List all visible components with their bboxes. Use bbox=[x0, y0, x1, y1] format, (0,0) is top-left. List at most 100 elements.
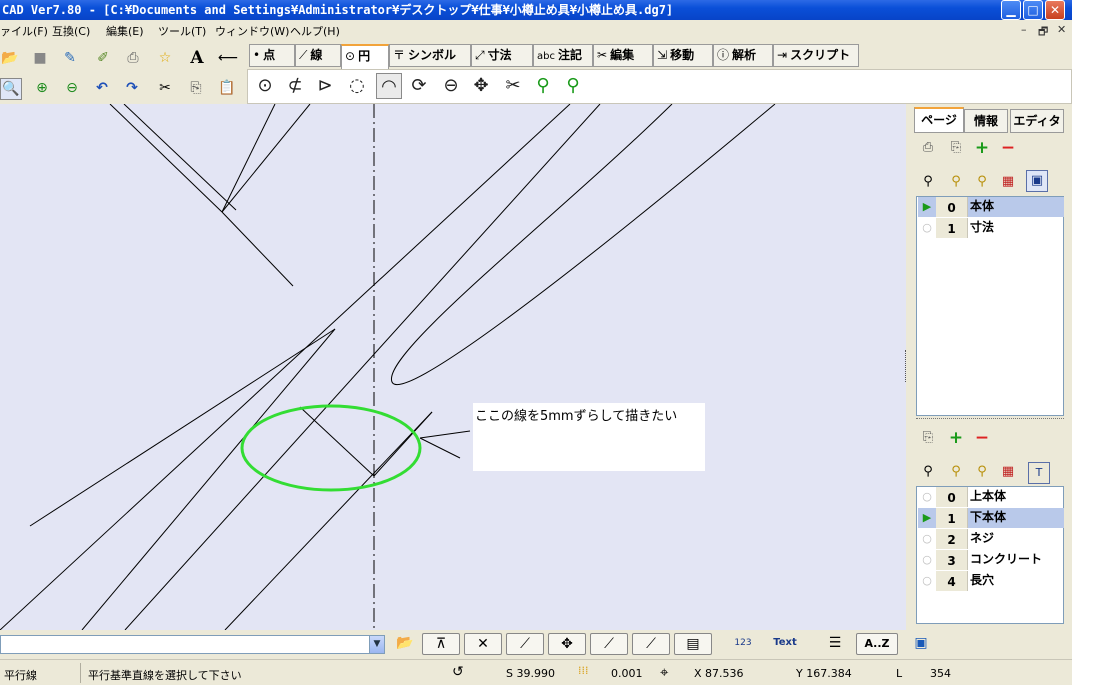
text-icon[interactable]: A bbox=[187, 48, 207, 68]
command-dropdown-button[interactable]: ▼ bbox=[369, 635, 385, 654]
grid-dots-icon[interactable]: ⁞⁞⁞ bbox=[578, 664, 589, 677]
arc-rotate-icon[interactable]: ⟳ bbox=[406, 73, 432, 99]
tab-point[interactable]: • 点 bbox=[249, 44, 295, 67]
list-item[interactable]: ▶ 1 下本体 bbox=[918, 508, 1064, 528]
zoom-in-icon[interactable]: ⊕ bbox=[32, 78, 52, 98]
menu-file[interactable]: ァイル(F) bbox=[0, 23, 48, 39]
circle-snap-icon[interactable]: ⚲ bbox=[530, 73, 556, 99]
maximize-button[interactable]: □ bbox=[1023, 0, 1043, 20]
list-item[interactable]: ○ 0 上本体 bbox=[918, 487, 1064, 507]
circle-cut-icon[interactable]: ✂ bbox=[500, 73, 526, 99]
snap-cross-button[interactable]: ✕ bbox=[464, 633, 502, 655]
layer-menu-button[interactable]: ☰ bbox=[820, 633, 850, 655]
cut-icon[interactable]: ✂ bbox=[155, 78, 175, 98]
snap-intersect-button[interactable]: ⊼ bbox=[422, 633, 460, 655]
circle-tangent-icon[interactable]: ⊄ bbox=[282, 73, 308, 99]
layer-hide-icon[interactable]: ⚲ bbox=[972, 172, 992, 192]
tab-label: 点 bbox=[263, 48, 276, 62]
layer-select-icon[interactable]: ⚲ bbox=[918, 172, 938, 192]
menu-help[interactable]: ヘルプ(H) bbox=[290, 23, 340, 39]
redo-icon[interactable]: ↷ bbox=[122, 78, 142, 98]
ellipse-icon[interactable]: ⊖ bbox=[438, 73, 464, 99]
layer-hide2-icon[interactable]: ⚲ bbox=[972, 462, 992, 482]
layer-view-icon[interactable]: ▣ bbox=[1026, 170, 1048, 192]
copy-icon[interactable]: ⎘ bbox=[186, 78, 206, 98]
tab-move[interactable]: ⇲ 移動 bbox=[653, 44, 713, 67]
tab-annotation[interactable]: abc 注記 bbox=[533, 44, 593, 67]
tab-circle[interactable]: ⊙ 円 bbox=[341, 44, 389, 69]
circle-snap2-icon[interactable]: ⚲ bbox=[560, 73, 586, 99]
remove-page-icon[interactable]: − bbox=[998, 138, 1018, 158]
layer-color2-icon[interactable]: ▦ bbox=[998, 462, 1018, 482]
list-item[interactable]: ▶ 0 本体 bbox=[918, 197, 1064, 217]
minimize-button[interactable]: ▁ bbox=[1001, 0, 1021, 20]
mdi-restore-button[interactable]: 🗗 bbox=[1038, 23, 1048, 42]
text-input-button[interactable]: Text bbox=[770, 633, 800, 655]
menu-tools[interactable]: ツール(T) bbox=[158, 23, 206, 39]
tab-script[interactable]: ⇥ スクリプト bbox=[773, 44, 859, 67]
layer-color-icon[interactable]: ▦ bbox=[998, 172, 1018, 192]
open-folder-icon[interactable]: 📂 bbox=[0, 48, 20, 68]
snap-center-button[interactable]: ✥ bbox=[548, 633, 586, 655]
list-item[interactable]: ○ 1 寸法 bbox=[918, 218, 1064, 238]
command-input[interactable] bbox=[0, 635, 370, 654]
window-icon-button[interactable]: ▣ bbox=[906, 633, 936, 655]
snap-on-line-button[interactable]: ⟋ bbox=[632, 633, 670, 655]
list-splitter[interactable] bbox=[916, 418, 1064, 425]
ellipse-axis-icon[interactable]: ✥ bbox=[468, 73, 494, 99]
list-item[interactable]: ○ 4 長穴 bbox=[918, 571, 1064, 591]
tab-editor[interactable]: エディタ bbox=[1010, 109, 1064, 133]
save-icon[interactable]: ■ bbox=[30, 48, 50, 68]
page-copy-icon[interactable]: ⎘ bbox=[946, 138, 966, 158]
tab-line[interactable]: ⟋ 線 bbox=[295, 44, 341, 67]
arc-icon[interactable]: ◠ bbox=[376, 73, 402, 99]
mdi-close-button[interactable]: ✕ bbox=[1057, 23, 1066, 36]
drawing-canvas[interactable]: ここの線を5mmずらして描きたい bbox=[0, 104, 906, 630]
list-item[interactable]: ○ 3 コンクリート bbox=[918, 550, 1064, 570]
snap-end-button[interactable]: ⟋ bbox=[506, 633, 544, 655]
menu-window[interactable]: ウィンドウ(W) bbox=[215, 23, 289, 39]
menu-compat[interactable]: 互換(C) bbox=[52, 23, 90, 39]
layer-show2-icon[interactable]: ⚲ bbox=[946, 462, 966, 482]
folder-icon[interactable]: 📂 bbox=[390, 633, 420, 655]
remove-layer-icon[interactable]: − bbox=[972, 428, 992, 448]
mdi-minimize-button[interactable]: – bbox=[1021, 23, 1027, 36]
tab-page[interactable]: ページ bbox=[914, 107, 964, 133]
tab-symbol[interactable]: 〒シンボル bbox=[389, 44, 471, 67]
tool-icon[interactable]: ✐ bbox=[93, 48, 113, 68]
circle-3point-icon[interactable]: ⊳ bbox=[312, 73, 338, 99]
arrow-left-icon[interactable]: ⟵ bbox=[218, 48, 238, 68]
add-page-icon[interactable]: + bbox=[972, 138, 992, 158]
paste-icon[interactable]: 📋 bbox=[217, 78, 237, 98]
layer-show-icon[interactable]: ⚲ bbox=[946, 172, 966, 192]
undo-icon[interactable]: ↶ bbox=[92, 78, 112, 98]
page-print-icon[interactable]: ⎙ bbox=[918, 138, 938, 158]
tab-info[interactable]: 情報 bbox=[964, 109, 1008, 133]
menu-edit[interactable]: 編集(E) bbox=[106, 23, 144, 39]
list-item[interactable]: ○ 2 ネジ bbox=[918, 529, 1064, 549]
snap-mid-button[interactable]: ⟋ bbox=[590, 633, 628, 655]
rotate-icon[interactable]: ↺ bbox=[452, 664, 464, 680]
tab-analysis[interactable]: ⓘ 解析 bbox=[713, 44, 773, 67]
snap-grid-button[interactable]: ▤ bbox=[674, 633, 712, 655]
tab-edit[interactable]: ✂ 編集 bbox=[593, 44, 653, 67]
edit-icon[interactable]: ✎ bbox=[60, 48, 80, 68]
close-button[interactable]: ✕ bbox=[1045, 0, 1065, 20]
drawing-line bbox=[124, 104, 601, 630]
main-toolbar: 📂 ■ ✎ ✐ ⎙ ☆ A ⟵ 🔍 ⊕ ⊖ ↶ ↷ ✂ ⎘ 📋 bbox=[0, 42, 247, 104]
layer-copy-icon[interactable]: ⎘ bbox=[918, 428, 938, 448]
circle-dashed-icon[interactable]: ◌ bbox=[344, 73, 370, 99]
layer-text-icon[interactable]: T bbox=[1028, 462, 1050, 484]
zoom-out-icon[interactable]: ⊖ bbox=[62, 78, 82, 98]
splitter-grip[interactable] bbox=[905, 350, 909, 382]
tab-dimension[interactable]: ⤢ 寸法 bbox=[471, 44, 533, 67]
add-layer-icon[interactable]: + bbox=[946, 428, 966, 448]
sort-az-button[interactable]: A..Z bbox=[856, 633, 898, 655]
layer-select2-icon[interactable]: ⚲ bbox=[918, 462, 938, 482]
zoom-icon[interactable]: 🔍 bbox=[0, 78, 22, 100]
crosshair-icon[interactable]: ⌖ bbox=[660, 663, 668, 681]
star-icon[interactable]: ☆ bbox=[155, 48, 175, 68]
numeric-input-button[interactable]: 123 bbox=[728, 633, 758, 655]
print-icon[interactable]: ⎙ bbox=[123, 48, 143, 68]
circle-center-icon[interactable]: ⊙ bbox=[252, 73, 278, 99]
